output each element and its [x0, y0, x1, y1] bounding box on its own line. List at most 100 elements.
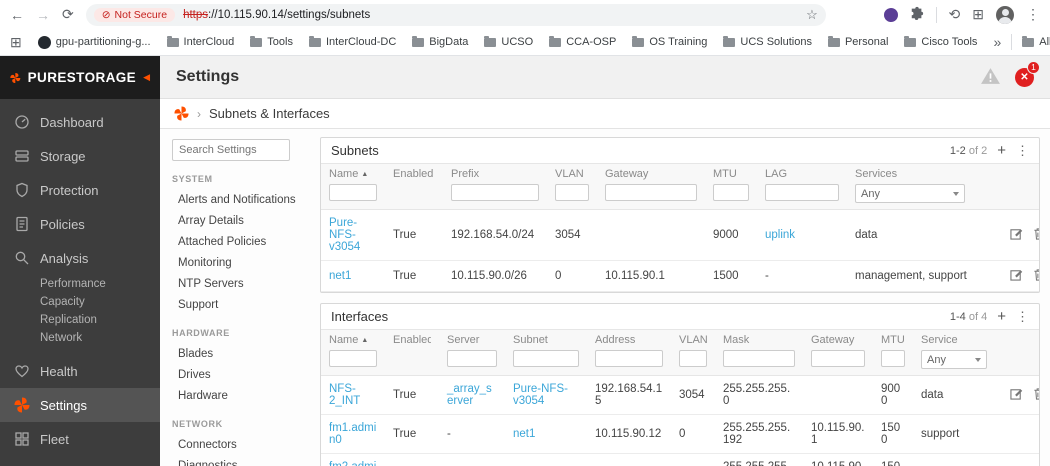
col-server[interactable]: Server — [439, 329, 505, 376]
profile-avatar[interactable] — [996, 5, 1014, 24]
browser-menu-icon[interactable]: ⋮ — [1026, 6, 1040, 23]
reload-icon[interactable]: ⟳ — [62, 6, 74, 23]
address-filter-input[interactable] — [595, 350, 663, 367]
sidebar-item-storage[interactable]: Storage — [0, 139, 160, 173]
not-secure-badge[interactable]: ⊘ Not Secure — [93, 7, 176, 22]
col-vlan[interactable]: VLAN — [547, 163, 597, 210]
forward-icon[interactable]: → — [36, 7, 50, 23]
col-mtu[interactable]: MTU — [873, 329, 913, 376]
pinned-extension-icon[interactable] — [883, 7, 898, 22]
col-mask[interactable]: Mask — [715, 329, 803, 376]
bookmark-item[interactable]: Personal — [827, 35, 888, 48]
mtu-filter-input[interactable] — [881, 350, 905, 367]
sidebar-subitem-replication[interactable]: Replication — [0, 311, 160, 329]
sidebar-item-settings[interactable]: Settings — [0, 388, 160, 422]
gateway-filter-input[interactable] — [605, 184, 697, 201]
settings-nav-item-monitoring[interactable]: Monitoring — [172, 252, 298, 273]
lag-filter-input[interactable] — [765, 184, 839, 201]
subnet-name-link[interactable]: Pure-NFS-v3054 — [329, 217, 360, 253]
gateway-filter-input[interactable] — [811, 350, 865, 367]
table-row[interactable]: net1 True 10.115.90.0/26 0 10.115.90.1 1… — [321, 260, 1039, 292]
all-bookmarks-button[interactable]: All Bookmarks — [1022, 35, 1050, 48]
name-filter-input[interactable] — [329, 184, 377, 201]
bookmark-item[interactable]: OS Training — [632, 35, 707, 48]
add-interface-button[interactable]: + — [997, 309, 1006, 324]
tab-search-icon[interactable]: ⊞ — [972, 6, 984, 23]
name-filter-input[interactable] — [329, 350, 377, 367]
col-enabled[interactable]: Enabled — [385, 163, 443, 210]
search-settings-input[interactable] — [172, 139, 290, 161]
settings-nav-item-attached-policies[interactable]: Attached Policies — [172, 231, 298, 252]
bookmark-item[interactable]: InterCloud-DC — [308, 35, 396, 48]
mask-filter-input[interactable] — [723, 350, 795, 367]
interface-name-link[interactable]: fm1.admin0 — [329, 422, 376, 446]
add-subnet-button[interactable]: + — [997, 143, 1006, 158]
bookmark-item[interactable]: CCA-OSP — [549, 35, 616, 48]
table-row[interactable]: NFS-2_INT True _array_server Pure-NFS-v3… — [321, 375, 1039, 415]
apps-grid-icon[interactable]: ⊞ — [10, 34, 22, 51]
delete-icon[interactable] — [1033, 387, 1039, 403]
address-bar[interactable]: ⊘ Not Secure https://10.115.90.14/setting… — [85, 3, 826, 26]
vlan-filter-input[interactable] — [555, 184, 589, 201]
interfaces-menu-icon[interactable]: ⋮ — [1016, 310, 1029, 323]
delete-icon[interactable] — [1033, 227, 1039, 243]
server-filter-input[interactable] — [447, 350, 497, 367]
col-services[interactable]: Services Any — [847, 163, 995, 210]
back-icon[interactable]: ← — [10, 7, 24, 23]
bookmark-item[interactable]: UCSO — [484, 35, 533, 48]
col-name[interactable]: Name ▲ — [321, 329, 385, 376]
col-name[interactable]: Name ▲ — [321, 163, 385, 210]
bookmark-star-icon[interactable]: ☆ — [806, 7, 818, 23]
interface-name-link[interactable]: fm2.admin0 — [329, 461, 376, 466]
sidebar-item-analysis[interactable]: Analysis — [0, 241, 160, 275]
settings-nav-item-alerts[interactable]: Alerts and Notifications — [172, 189, 298, 210]
sidebar-item-health[interactable]: Health — [0, 354, 160, 388]
col-address[interactable]: Address — [587, 329, 671, 376]
lag-link[interactable]: uplink — [765, 229, 795, 241]
settings-nav-item-connectors[interactable]: Connectors — [172, 434, 298, 455]
subnet-link[interactable]: net1 — [513, 428, 535, 440]
brand-logo[interactable]: PURESTORAGE ◀ — [0, 56, 160, 99]
bookmarks-overflow-icon[interactable]: » — [993, 34, 1001, 50]
settings-nav-item-support[interactable]: Support — [172, 294, 298, 315]
service-filter-select[interactable]: Any — [921, 350, 987, 369]
col-gateway[interactable]: Gateway — [597, 163, 705, 210]
server-link[interactable]: _array_server — [447, 383, 492, 407]
col-gateway[interactable]: Gateway — [803, 329, 873, 376]
extensions-puzzle-icon[interactable] — [910, 6, 924, 23]
col-prefix[interactable]: Prefix — [443, 163, 547, 210]
interface-name-link[interactable]: NFS-2_INT — [329, 383, 360, 407]
sidebar-subitem-performance[interactable]: Performance — [0, 275, 160, 293]
warning-triangle-icon[interactable] — [980, 67, 1001, 88]
bookmark-item[interactable]: Cisco Tools — [904, 35, 977, 48]
subnet-filter-input[interactable] — [513, 350, 579, 367]
col-subnet[interactable]: Subnet — [505, 329, 587, 376]
settings-nav-item-ntp-servers[interactable]: NTP Servers — [172, 273, 298, 294]
history-restore-icon[interactable]: ⟲ — [949, 6, 961, 23]
settings-nav-item-blades[interactable]: Blades — [172, 343, 298, 364]
delete-icon[interactable] — [1033, 268, 1039, 284]
bookmark-item[interactable]: Tools — [250, 35, 293, 48]
table-row[interactable]: fm2.admin0 True - net1 10.115.90.13 0 25… — [321, 453, 1039, 466]
sidebar-item-protection[interactable]: Protection — [0, 173, 160, 207]
settings-nav-item-drives[interactable]: Drives — [172, 364, 298, 385]
table-row[interactable]: Pure-NFS-v3054 True 192.168.54.0/24 3054… — [321, 209, 1039, 261]
edit-icon[interactable] — [1010, 268, 1023, 284]
sidebar-item-fleet[interactable]: Fleet — [0, 422, 160, 456]
col-enabled[interactable]: Enabled — [385, 329, 439, 376]
sidebar-item-dashboard[interactable]: Dashboard — [0, 105, 160, 139]
col-mtu[interactable]: MTU — [705, 163, 757, 210]
settings-nav-item-hardware[interactable]: Hardware — [172, 385, 298, 406]
col-lag[interactable]: LAG — [757, 163, 847, 210]
bookmark-item[interactable]: BigData — [412, 35, 468, 48]
edit-icon[interactable] — [1010, 227, 1023, 243]
vlan-filter-input[interactable] — [679, 350, 707, 367]
bookmark-item[interactable]: UCS Solutions — [723, 35, 812, 48]
mtu-filter-input[interactable] — [713, 184, 749, 201]
col-service[interactable]: Service Any — [913, 329, 995, 376]
subnets-menu-icon[interactable]: ⋮ — [1016, 144, 1029, 157]
sidebar-subitem-network[interactable]: Network — [0, 329, 160, 347]
col-vlan[interactable]: VLAN — [671, 329, 715, 376]
alerts-button[interactable]: ✕ 1 — [1015, 60, 1040, 87]
prefix-filter-input[interactable] — [451, 184, 539, 201]
